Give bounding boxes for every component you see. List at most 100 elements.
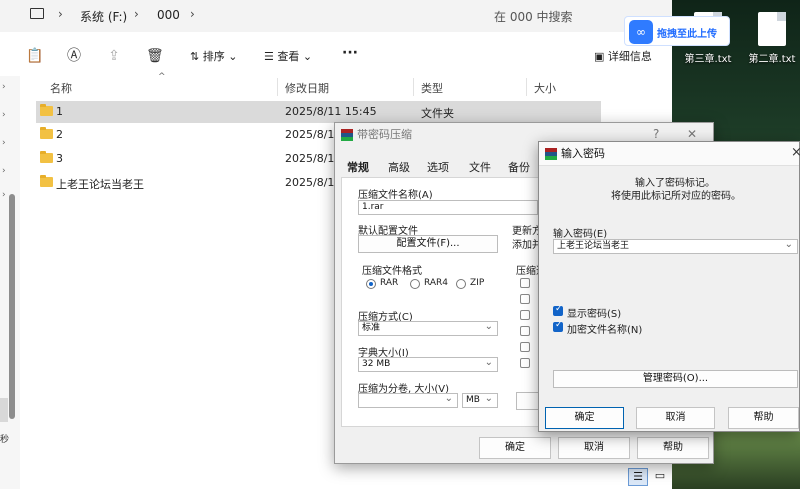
option-checkbox[interactable]: [520, 358, 530, 368]
column-divider[interactable]: [526, 78, 527, 96]
tab-files[interactable]: 文件: [469, 159, 491, 175]
help-button[interactable]: 帮助: [637, 437, 709, 459]
chevron-right-icon: ›: [58, 7, 63, 21]
file-name: 1: [56, 105, 63, 118]
breadcrumb-drive[interactable]: 系统 (F:): [80, 8, 127, 25]
ok-button[interactable]: 确定: [479, 437, 551, 459]
column-type[interactable]: 类型: [421, 80, 443, 96]
address-bar[interactable]: › 系统 (F:) › 000 › 在 000 中搜索: [0, 0, 672, 32]
format-rar-label: RAR: [380, 278, 399, 288]
baidu-upload-banner[interactable]: ∞ 拖拽至此上传: [624, 16, 730, 46]
nav-item-label: 秒: [0, 435, 10, 445]
option-checkbox[interactable]: [520, 278, 530, 288]
desktop-file-label: 第二章.txt: [748, 54, 796, 65]
tab-backup[interactable]: 备份: [508, 159, 530, 175]
details-pane-button[interactable]: ▣ 详细信息: [594, 48, 652, 66]
search-input[interactable]: 在 000 中搜索: [494, 8, 573, 25]
show-password-checkbox[interactable]: [553, 304, 563, 316]
folder-icon: [40, 104, 53, 116]
split-unit-select[interactable]: MB: [462, 393, 498, 408]
manage-passwords-button[interactable]: 管理密码(O)...: [553, 370, 798, 388]
file-date: 2025/8/11 15:45: [285, 105, 377, 118]
chevron-right-icon[interactable]: ›: [2, 166, 6, 176]
tiles-view-icon[interactable]: ▭: [651, 468, 669, 486]
winrar-icon: [545, 148, 557, 160]
file-name: 3: [56, 152, 63, 165]
folder-icon: [40, 151, 53, 163]
navigation-pane[interactable]: › › › › › 秒: [0, 76, 20, 489]
computer-icon[interactable]: [30, 8, 44, 19]
help-button[interactable]: 帮助: [728, 407, 799, 429]
sort-button[interactable]: ⇅ 排序 ⌄: [190, 48, 237, 66]
view-button[interactable]: ☰ 查看 ⌄: [264, 48, 312, 66]
encrypt-names-label: 加密文件名称(N): [567, 325, 643, 336]
option-checkbox[interactable]: [520, 310, 530, 320]
delete-icon[interactable]: 🗑: [146, 48, 164, 64]
text-file-icon: [758, 12, 786, 46]
tab-general[interactable]: 常规: [347, 159, 369, 175]
password-dialog-titlebar[interactable]: 输入密码: [539, 142, 799, 166]
chevron-right-icon[interactable]: ›: [2, 82, 6, 92]
encrypt-names-checkbox[interactable]: [553, 320, 563, 332]
archive-name-label: 压缩文件名称(A): [358, 190, 433, 201]
option-checkbox[interactable]: [520, 294, 530, 304]
nav-scrollbar[interactable]: [9, 194, 15, 419]
sort-label: 排序: [202, 50, 225, 63]
nav-selected-item[interactable]: [0, 398, 8, 422]
file-date: 2025/8/11: [285, 176, 342, 189]
chevron-right-icon: ›: [134, 7, 139, 21]
folder-icon: [40, 175, 53, 187]
column-divider[interactable]: [277, 78, 278, 96]
format-rar-radio[interactable]: [366, 279, 376, 289]
dict-select[interactable]: 32 MB: [358, 357, 498, 372]
chevron-right-icon[interactable]: ›: [2, 110, 6, 120]
file-date: 2025/8/11: [285, 128, 342, 141]
file-row[interactable]: 1 2025/8/11 15:45 文件夹: [36, 101, 601, 123]
cancel-button[interactable]: 取消: [558, 437, 630, 459]
baidu-upload-label: 拖拽至此上传: [657, 29, 717, 40]
format-zip-label: ZIP: [470, 278, 485, 288]
close-icon[interactable]: ×: [791, 145, 800, 160]
ok-button[interactable]: 确定: [545, 407, 624, 429]
share-icon[interactable]: ⇪: [106, 48, 122, 64]
baidu-cloud-icon: ∞: [629, 20, 653, 44]
password-dialog-title: 输入密码: [561, 147, 605, 160]
file-name: 上老王论坛当老王: [56, 178, 144, 191]
archive-name-field[interactable]: 1.rar: [358, 200, 538, 215]
profile-button[interactable]: 配置文件(F)...: [358, 235, 498, 253]
paste-icon[interactable]: 📋: [26, 48, 43, 64]
chevron-right-icon[interactable]: ›: [2, 138, 6, 148]
format-rar4-radio[interactable]: [410, 279, 420, 289]
option-checkbox[interactable]: [520, 326, 530, 336]
details-label: 详细信息: [607, 50, 652, 63]
column-size[interactable]: 大小: [534, 80, 556, 96]
cancel-button[interactable]: 取消: [636, 407, 715, 429]
format-rar4-label: RAR4: [424, 278, 449, 288]
file-type: 文件夹: [421, 107, 454, 120]
column-date[interactable]: 修改日期: [285, 80, 329, 96]
column-divider[interactable]: [413, 78, 414, 96]
column-name[interactable]: 名称: [50, 80, 72, 96]
sort-asc-icon: ^: [158, 72, 166, 82]
file-name: 2: [56, 128, 63, 141]
tab-advanced[interactable]: 高级: [388, 159, 410, 175]
rename-icon[interactable]: Ⓐ: [66, 48, 82, 64]
winrar-icon: [341, 129, 353, 141]
more-button[interactable]: ···: [342, 44, 358, 62]
tab-options[interactable]: 选项: [427, 159, 449, 175]
close-icon[interactable]: ✕: [687, 127, 697, 141]
chevron-right-icon[interactable]: ›: [190, 7, 195, 21]
password-field[interactable]: 上老王论坛当老王: [553, 239, 798, 254]
breadcrumb-folder[interactable]: 000: [157, 8, 180, 22]
desktop-file-icon[interactable]: 第二章.txt: [742, 12, 800, 65]
option-checkbox[interactable]: [520, 342, 530, 352]
file-date: 2025/8/11: [285, 152, 342, 165]
method-select[interactable]: 标准: [358, 321, 498, 336]
help-icon[interactable]: ?: [653, 127, 659, 141]
details-view-icon[interactable]: ☰: [628, 468, 648, 486]
split-size-select[interactable]: [358, 393, 458, 408]
password-info-line2: 将使用此标记所对应的密码。: [611, 191, 741, 202]
format-label: 压缩文件格式: [362, 266, 422, 277]
chevron-right-icon[interactable]: ›: [2, 190, 6, 200]
format-zip-radio[interactable]: [456, 279, 466, 289]
